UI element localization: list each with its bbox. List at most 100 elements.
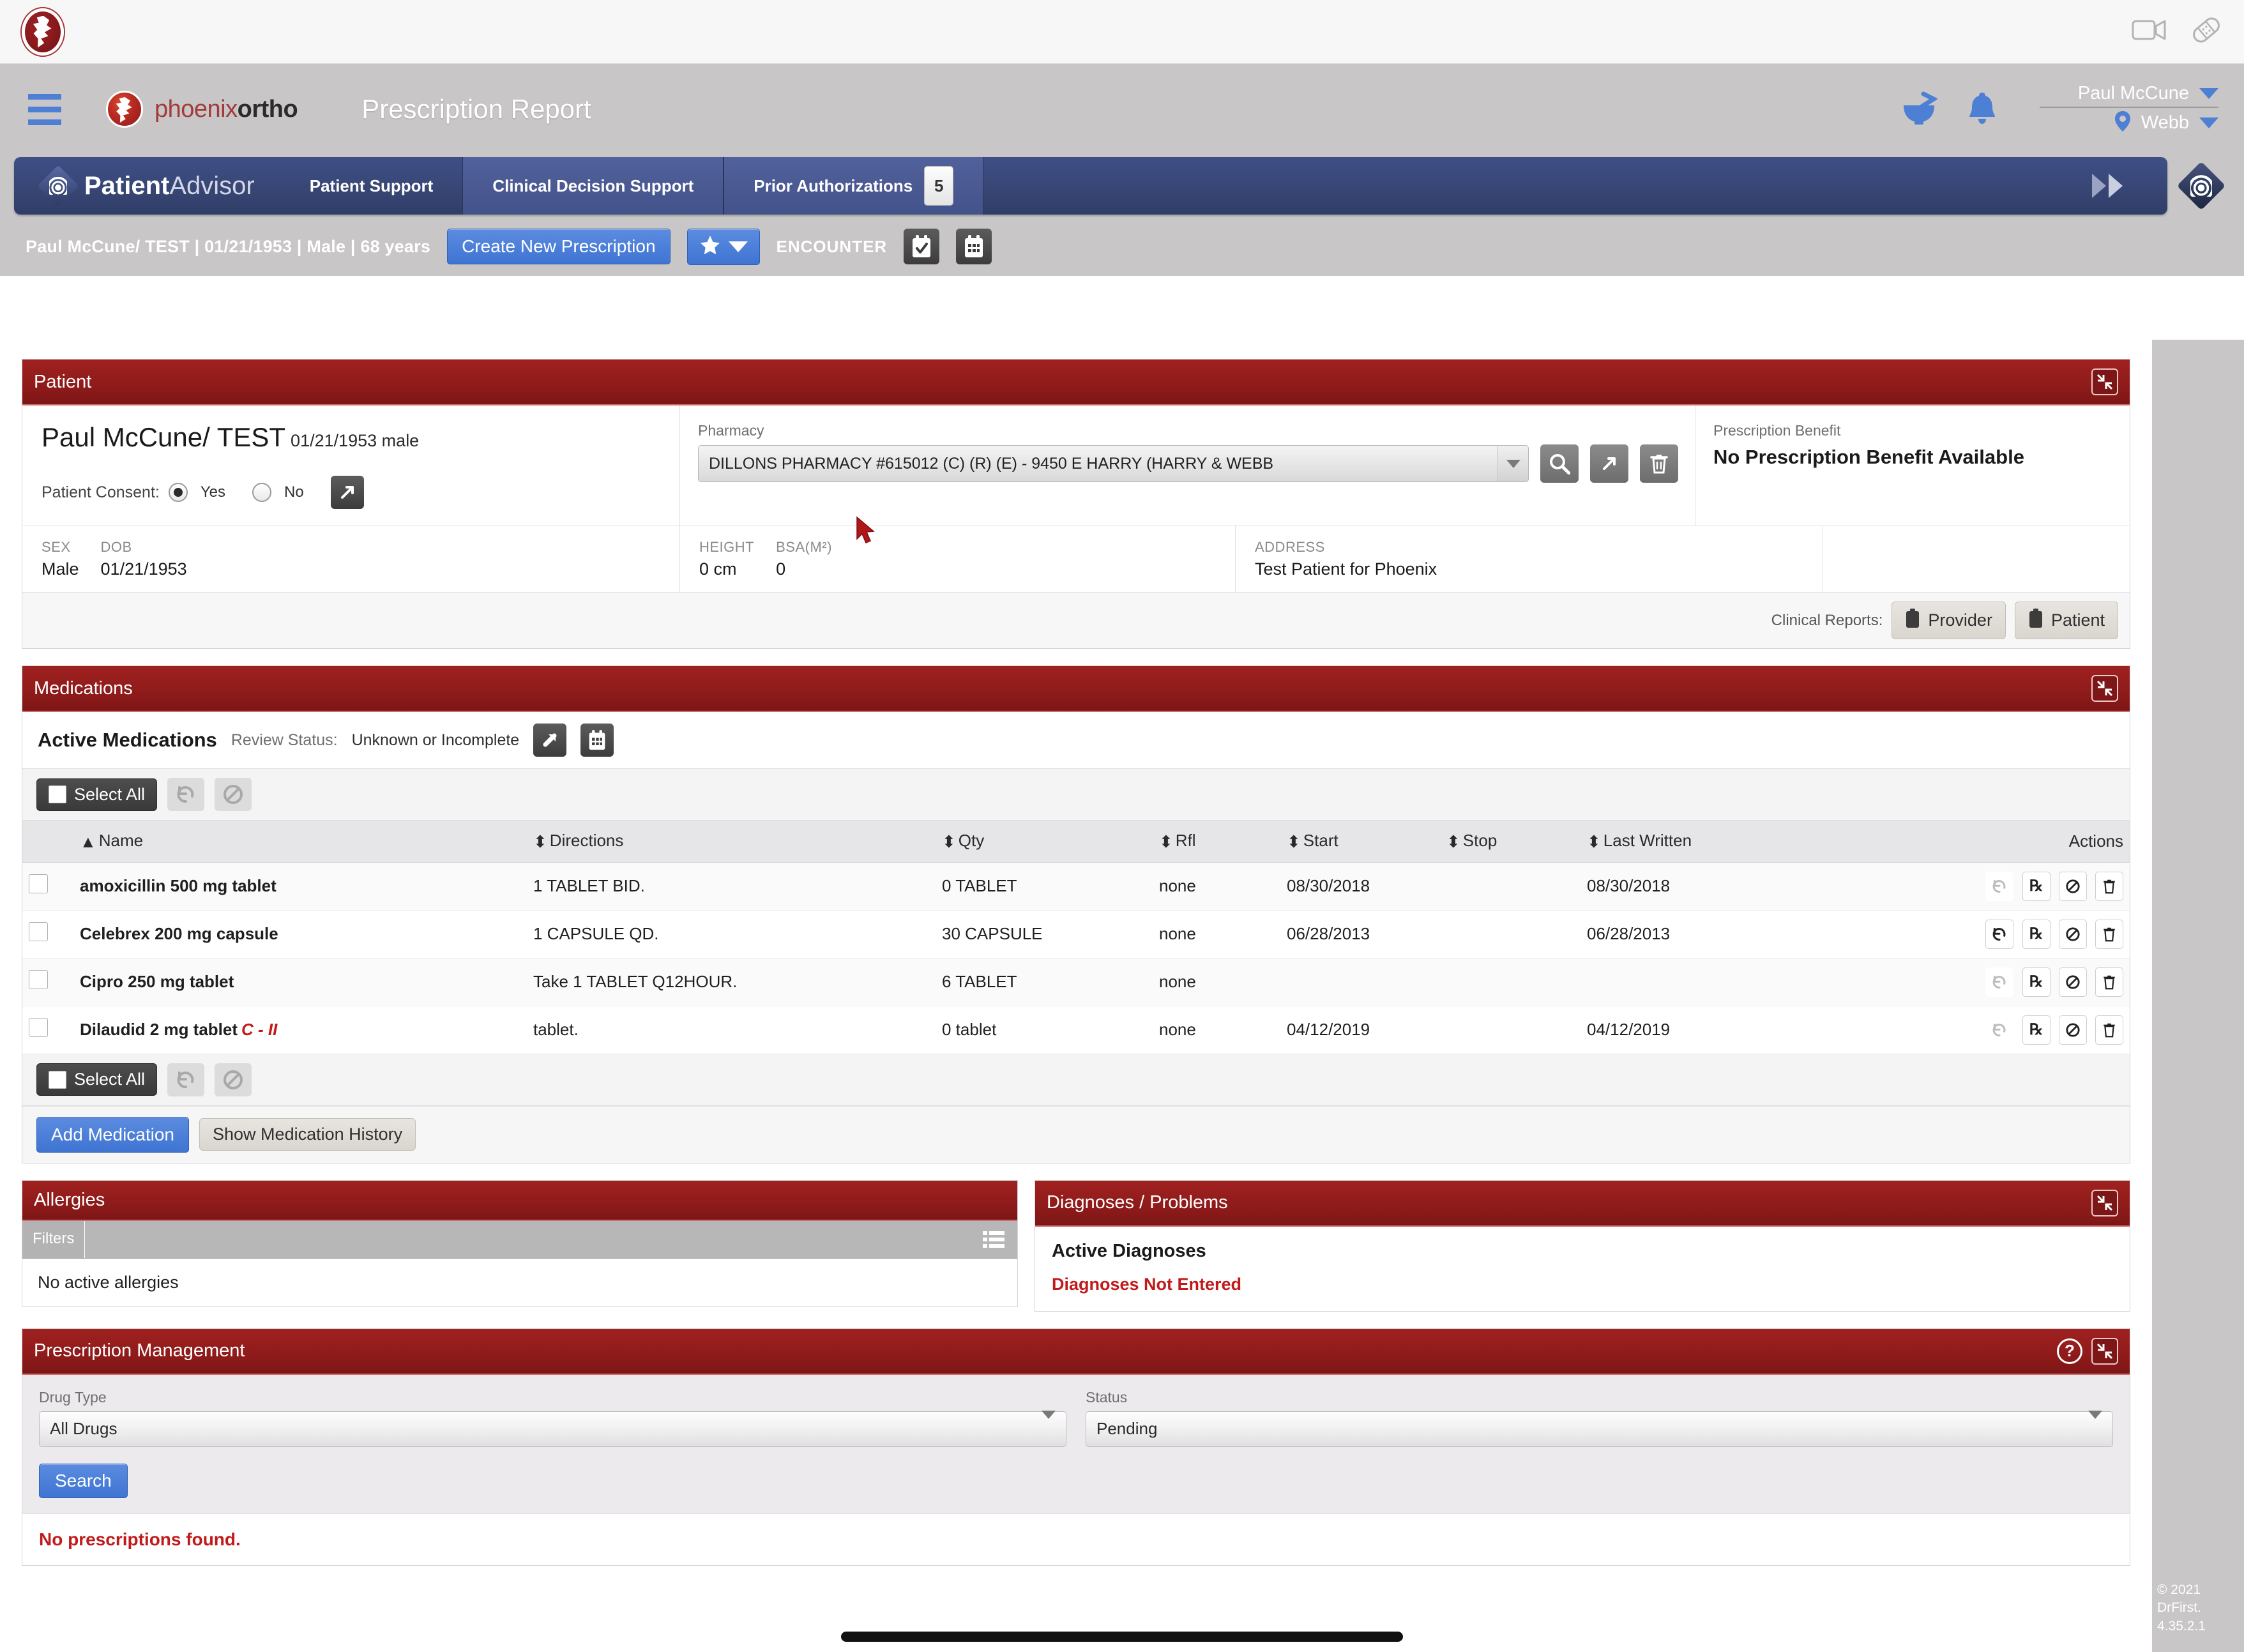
- select-all-button-top[interactable]: Select All: [36, 778, 158, 811]
- pharmacy-select[interactable]: DILLONS PHARMACY #615012 (C) (R) (E) - 9…: [698, 445, 1529, 482]
- calendar-grid-icon[interactable]: [956, 229, 992, 264]
- rx-icon[interactable]: ℞: [2022, 919, 2051, 949]
- trash-icon[interactable]: [2095, 871, 2123, 901]
- no-entry-icon[interactable]: [2058, 871, 2087, 901]
- drug-type-select[interactable]: All Drugs: [39, 1411, 1066, 1447]
- tab-clinical-decision-support[interactable]: Clinical Decision Support: [462, 157, 724, 215]
- pharmacy-delete-trash-icon[interactable]: [1640, 444, 1678, 483]
- th-stop[interactable]: ⬍ Stop: [1440, 821, 1581, 863]
- rx-icon[interactable]: ℞: [2022, 1015, 2051, 1045]
- search-button[interactable]: Search: [39, 1463, 128, 1498]
- row-name: amoxicillin 500 mg tablet: [73, 862, 527, 911]
- help-icon[interactable]: ?: [2057, 1338, 2082, 1364]
- prescription-management-collapse-icon[interactable]: [2091, 1337, 2118, 1365]
- patient-advisor-title: PatientAdvisor: [84, 172, 255, 201]
- renew-icon[interactable]: [1985, 919, 2014, 949]
- row-checkbox[interactable]: [29, 1018, 48, 1038]
- consent-yes-label: Yes: [200, 483, 225, 501]
- table-row[interactable]: Cipro 250 mg tablet Take 1 TABLET Q12HOU…: [22, 958, 2130, 1006]
- list-icon[interactable]: [970, 1221, 1017, 1258]
- row-checkbox-cell: [22, 910, 73, 959]
- mortar-pestle-icon[interactable]: [1900, 91, 1939, 128]
- row-checkbox[interactable]: [29, 922, 48, 942]
- th-last-written[interactable]: ⬍ Last Written: [1581, 821, 1823, 863]
- clinical-report-patient-button[interactable]: Patient: [2014, 602, 2118, 639]
- clinical-report-provider-button[interactable]: Provider: [1891, 602, 2006, 639]
- pin-icon[interactable]: [533, 724, 567, 757]
- row-checkbox[interactable]: [29, 874, 48, 894]
- select-all-checkbox-top[interactable]: [49, 785, 66, 803]
- medications-table-body: amoxicillin 500 mg tablet 1 TABLET BID. …: [22, 862, 2130, 1054]
- consent-external-link-icon[interactable]: [330, 476, 364, 509]
- sort-icon-qty: ⬍: [942, 831, 956, 851]
- brand-logo-phoenixortho[interactable]: phoenixortho: [106, 91, 298, 128]
- chevron-down-icon-pharmacy: [1497, 446, 1528, 481]
- status-select[interactable]: Pending: [1086, 1411, 2113, 1447]
- th-checkbox: [22, 821, 73, 863]
- double-chevron-right-icon[interactable]: [2088, 157, 2167, 215]
- rx-icon[interactable]: ℞: [2022, 871, 2051, 901]
- copyright-line-2: DrFirst.: [2157, 1600, 2201, 1616]
- tab-prior-authorizations[interactable]: Prior Authorizations 5: [724, 157, 984, 215]
- undo-icon-top[interactable]: [167, 778, 205, 811]
- medications-panel-collapse-icon[interactable]: [2091, 675, 2118, 702]
- chevron-down-icon-user[interactable]: [2199, 88, 2218, 99]
- trash-icon[interactable]: [2095, 919, 2123, 949]
- row-stop: [1440, 958, 1581, 1006]
- no-entry-icon[interactable]: [2058, 919, 2087, 949]
- patient-advisor-side-icon[interactable]: [2176, 161, 2226, 211]
- no-entry-icon-bottom[interactable]: [215, 1063, 252, 1096]
- th-start[interactable]: ⬍ Start: [1280, 821, 1440, 863]
- add-medication-button[interactable]: Add Medication: [36, 1116, 190, 1153]
- video-camera-icon[interactable]: [2132, 17, 2167, 46]
- renew-icon[interactable]: [1985, 1015, 2014, 1045]
- select-all-checkbox-bottom[interactable]: [49, 1070, 66, 1089]
- table-row[interactable]: Dilaudid 2 mg tablet C - II tablet. 0 tab…: [22, 1006, 2130, 1054]
- th-rfl[interactable]: ⬍ Rfl: [1153, 821, 1280, 863]
- trash-icon[interactable]: [2095, 1015, 2123, 1045]
- undo-icon-bottom[interactable]: [167, 1063, 205, 1096]
- patient-demographics-row: SEX Male DOB 01/21/1953 HEIGHT 0 cm BSA(…: [22, 526, 2130, 592]
- show-medication-history-button[interactable]: Show Medication History: [199, 1118, 416, 1151]
- renew-icon[interactable]: [1985, 871, 2014, 901]
- favorites-dropdown-button[interactable]: [686, 228, 760, 265]
- calendar-check-icon[interactable]: [904, 229, 940, 264]
- prior-authorizations-badge: 5: [924, 166, 954, 206]
- bell-icon[interactable]: [1967, 91, 1998, 128]
- row-actions: ℞: [1823, 862, 2130, 911]
- select-all-button-bottom[interactable]: Select All: [36, 1063, 158, 1096]
- th-qty[interactable]: ⬍ Qty: [936, 821, 1153, 863]
- consent-radio-no[interactable]: [252, 483, 271, 502]
- calendar-grid-icon-medications[interactable]: [580, 724, 614, 757]
- th-name[interactable]: ▲ Name: [73, 821, 527, 863]
- bandage-icon[interactable]: [2190, 15, 2222, 49]
- clipboard-icon-provider: [1905, 608, 1920, 633]
- th-directions[interactable]: ⬍ Directions: [527, 821, 936, 863]
- pharmacy-search-icon[interactable]: [1540, 444, 1579, 483]
- allergies-filters-label[interactable]: Filters: [22, 1220, 86, 1258]
- trash-icon[interactable]: [2095, 967, 2123, 997]
- row-checkbox[interactable]: [29, 970, 48, 990]
- renew-icon[interactable]: [1985, 967, 2014, 997]
- table-row[interactable]: amoxicillin 500 mg tablet 1 TABLET BID. …: [22, 862, 2130, 911]
- row-rfl: none: [1153, 1006, 1280, 1054]
- table-row[interactable]: Celebrex 200 mg capsule 1 CAPSULE QD. 30…: [22, 910, 2130, 959]
- pharmacy-open-external-icon[interactable]: [1590, 444, 1628, 483]
- no-entry-icon[interactable]: [2058, 1015, 2087, 1045]
- no-entry-icon-top[interactable]: [215, 778, 252, 811]
- diagnoses-panel-collapse-icon[interactable]: [2091, 1189, 2118, 1216]
- th-last-written-label: Last Written: [1603, 831, 1692, 850]
- patient-panel-collapse-icon[interactable]: [2091, 368, 2118, 395]
- no-entry-icon[interactable]: [2058, 967, 2087, 997]
- diagnoses-panel-header: Diagnoses / Problems: [1035, 1180, 2130, 1227]
- chevron-down-icon-location[interactable]: [2199, 117, 2218, 128]
- pharmacy-selected-value: DILLONS PHARMACY #615012 (C) (R) (E) - 9…: [709, 454, 1274, 473]
- tab-patient-support[interactable]: Patient Support: [280, 157, 463, 215]
- hamburger-menu-icon[interactable]: [28, 93, 61, 125]
- patient-consent-row: Patient Consent: Yes No: [42, 476, 660, 509]
- row-directions: Take 1 TABLET Q12HOUR.: [527, 958, 936, 1006]
- rx-icon[interactable]: ℞: [2022, 967, 2051, 997]
- consent-radio-yes[interactable]: [168, 483, 188, 502]
- user-location-block: Paul McCune Webb: [2027, 83, 2218, 135]
- create-new-prescription-button[interactable]: Create New Prescription: [447, 229, 671, 264]
